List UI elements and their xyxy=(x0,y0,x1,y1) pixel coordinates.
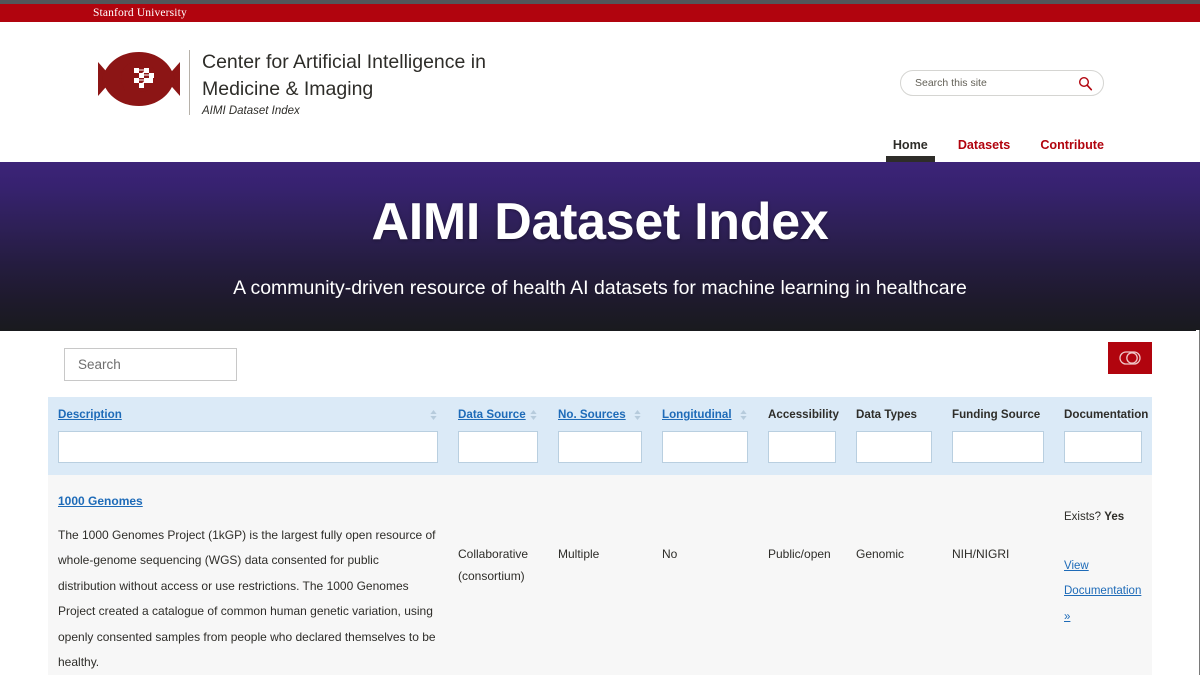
site-search-input[interactable]: Search this site xyxy=(900,70,1104,96)
cell-description: 1000 Genomes The 1000 Genomes Project (1… xyxy=(48,475,448,675)
sort-icon[interactable] xyxy=(529,409,538,421)
filter-cell-accessibility xyxy=(758,431,846,475)
search-input-placeholder: Search xyxy=(78,357,121,372)
col-header-description[interactable]: Description xyxy=(48,397,448,431)
col-header-data-source-label[interactable]: Data Source xyxy=(458,408,526,421)
filter-cell-longitudinal xyxy=(652,431,758,475)
datasets-table: Description Data Source xyxy=(48,397,1152,675)
filter-cell-description xyxy=(48,431,448,475)
documentation-exists-label: Exists? xyxy=(1064,511,1101,523)
brand-subtitle: AIMI Dataset Index xyxy=(202,105,486,117)
filter-cell-no-sources xyxy=(548,431,652,475)
filter-input-longitudinal[interactable] xyxy=(662,431,748,463)
brand-title-line1: Center for Artificial Intelligence in xyxy=(202,49,486,76)
site-header: Center for Artificial Intelligence in Me… xyxy=(0,22,1200,162)
sort-icon[interactable] xyxy=(429,409,438,421)
filter-input-accessibility[interactable] xyxy=(768,431,836,463)
page-title: AIMI Dataset Index xyxy=(372,192,829,252)
hero-subtitle: A community-driven resource of health AI… xyxy=(233,275,967,301)
filter-input-documentation[interactable] xyxy=(1064,431,1142,463)
table-head: Description Data Source xyxy=(48,397,1152,475)
cell-documentation: Exists? Yes View Documentation » xyxy=(1054,475,1152,675)
filter-input-data-types[interactable] xyxy=(856,431,932,463)
brand-divider xyxy=(189,50,190,115)
brand-text: Center for Artificial Intelligence in Me… xyxy=(202,48,486,117)
filter-input-no-sources[interactable] xyxy=(558,431,642,463)
filter-input-funding-source[interactable] xyxy=(952,431,1044,463)
aimi-eye-brain-logo xyxy=(93,48,185,110)
cell-accessibility: Public/open xyxy=(758,475,846,675)
documentation-exists: Exists? Yes xyxy=(1064,505,1142,531)
table-body: 1000 Genomes The 1000 Genomes Project (1… xyxy=(48,475,1152,675)
sort-icon[interactable] xyxy=(739,409,748,421)
col-header-no-sources-label[interactable]: No. Sources xyxy=(558,408,626,421)
col-header-documentation: Documentation xyxy=(1054,397,1152,431)
cell-longitudinal: No xyxy=(652,475,758,675)
cell-no-sources: Multiple xyxy=(548,475,652,675)
brand-lockup[interactable]: Center for Artificial Intelligence in Me… xyxy=(93,48,486,117)
brand-title-line2: Medicine & Imaging xyxy=(202,76,486,103)
col-header-longitudinal[interactable]: Longitudinal xyxy=(652,397,758,431)
sort-icon[interactable] xyxy=(633,409,642,421)
cell-data-source: Collaborative (consortium) xyxy=(448,475,548,675)
cell-funding-source: NIH/NIGRI xyxy=(942,475,1054,675)
nav-item-contribute[interactable]: Contribute xyxy=(1040,138,1104,162)
table-filter-row xyxy=(48,431,1152,475)
view-documentation-link[interactable]: View Documentation » xyxy=(1064,560,1141,623)
table-row: 1000 Genomes The 1000 Genomes Project (1… xyxy=(48,475,1152,675)
col-header-description-label[interactable]: Description xyxy=(58,408,122,421)
dataset-name-link[interactable]: 1000 Genomes xyxy=(58,489,143,515)
nav-item-datasets[interactable]: Datasets xyxy=(958,138,1011,162)
col-header-no-sources[interactable]: No. Sources xyxy=(548,397,652,431)
filter-cell-documentation xyxy=(1054,431,1152,475)
filter-input-data-source[interactable] xyxy=(458,431,538,463)
col-header-longitudinal-label[interactable]: Longitudinal xyxy=(662,408,732,421)
cell-data-types: Genomic xyxy=(846,475,942,675)
hero-banner: AIMI Dataset Index A community-driven re… xyxy=(0,162,1200,331)
toggle-columns-button[interactable] xyxy=(1108,342,1152,374)
site-search-placeholder: Search this site xyxy=(915,77,1078,89)
main-navigation: Home Datasets Contribute xyxy=(893,128,1104,162)
col-header-funding-source: Funding Source xyxy=(942,397,1054,431)
main-content: Search Description xyxy=(0,331,1200,671)
col-header-data-source[interactable]: Data Source xyxy=(448,397,548,431)
search-input[interactable]: Search xyxy=(64,348,237,381)
nav-item-home[interactable]: Home xyxy=(893,138,928,162)
table-header-row: Description Data Source xyxy=(48,397,1152,431)
col-header-accessibility: Accessibility xyxy=(758,397,846,431)
documentation-exists-value: Yes xyxy=(1104,511,1124,523)
stanford-university-bar: Stanford University xyxy=(0,4,1200,22)
stanford-university-label[interactable]: Stanford University xyxy=(93,7,187,19)
dataset-description: The 1000 Genomes Project (1kGP) is the l… xyxy=(58,523,438,675)
filter-cell-data-source xyxy=(448,431,548,475)
filter-cell-data-types xyxy=(846,431,942,475)
filter-input-description[interactable] xyxy=(58,431,438,463)
toggle-columns-icon xyxy=(1119,351,1141,365)
col-header-data-types: Data Types xyxy=(846,397,942,431)
search-icon[interactable] xyxy=(1078,76,1093,91)
filter-cell-funding-source xyxy=(942,431,1054,475)
table-toolbar: Search xyxy=(48,331,1152,397)
